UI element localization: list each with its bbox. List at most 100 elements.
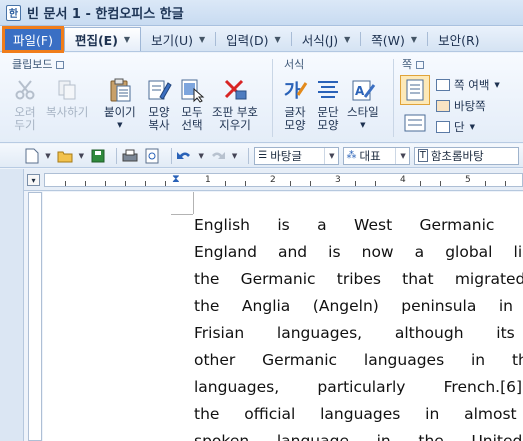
- open-folder-icon[interactable]: [57, 148, 73, 164]
- chevron-down-icon[interactable]: ▼: [79, 152, 84, 160]
- chevron-down-icon[interactable]: ▼: [344, 35, 350, 44]
- select-all-icon: [179, 77, 205, 103]
- font-group-select[interactable]: ⁂ 대표 ▼: [342, 146, 410, 165]
- style-label: 스타일: [347, 105, 379, 119]
- new-document-icon[interactable]: [24, 148, 39, 164]
- toolbar-separator: [116, 147, 118, 164]
- style-list-icon: ☰: [258, 150, 268, 161]
- menu-format-label: 서식(J): [301, 32, 339, 48]
- title-bar: 한 빈 문서 1 - 한컴오피스 한글: [0, 0, 523, 26]
- font-group-value: 대표: [359, 148, 381, 163]
- document-page[interactable]: English is a West Germanic language Engl…: [43, 192, 523, 441]
- page-margin-button[interactable]: 쪽 여백 ▼: [436, 77, 500, 93]
- background-page-button[interactable]: 바탕쪽: [436, 98, 486, 114]
- left-panel-strip: [0, 169, 24, 441]
- document-line: the Germanic tribes that migrated to B: [194, 270, 523, 288]
- font-select[interactable]: T 함초롬바탕: [413, 146, 520, 165]
- menu-file-label: 파일(F): [13, 32, 53, 48]
- page-icon: [400, 75, 430, 105]
- style-button[interactable]: A 스타일 ▼: [347, 77, 379, 132]
- group-label-clipboard: 클립보드: [12, 56, 65, 72]
- para-shape-button[interactable]: 문단 모양: [315, 77, 341, 132]
- ruler-tick: [290, 181, 291, 186]
- ruler-tick: [485, 181, 486, 186]
- menu-page[interactable]: 쪽(W) ▼: [361, 27, 427, 52]
- paste-button[interactable]: 붙이기 ▼: [104, 77, 136, 132]
- chevron-down-icon[interactable]: ▼: [117, 119, 122, 132]
- chevron-down-icon[interactable]: ▼: [360, 119, 365, 132]
- document-line: English is a West Germanic language: [194, 216, 523, 234]
- ruler-tick: [375, 181, 376, 186]
- svg-text:A: A: [355, 84, 365, 98]
- menu-edit-label: 편집(E): [74, 33, 118, 48]
- group-clipboard-text: 클립보드: [12, 58, 53, 71]
- menu-page-label: 쪽(W): [371, 32, 405, 48]
- group-divider: [393, 59, 394, 137]
- menu-format[interactable]: 서식(J) ▼: [292, 27, 361, 52]
- document-body[interactable]: English is a West Germanic language Engl…: [194, 212, 523, 441]
- chevron-down-icon[interactable]: ▼: [411, 35, 417, 44]
- document-line: England and is now a global lingua fr: [194, 243, 523, 261]
- copy-format-label-2: 복사: [148, 118, 170, 132]
- eraser-icon: [222, 77, 248, 103]
- menu-bar: 파일(F) 편집(E) ▼ 보기(U) ▼ 입력(D) ▼ 서식(J) ▼ 쪽(W) ▼ …: [0, 25, 523, 53]
- vertical-ruler[interactable]: [28, 192, 42, 441]
- menu-view-label: 보기(U): [151, 32, 193, 48]
- menu-edit[interactable]: 편집(E) ▼: [63, 27, 142, 51]
- copy-format-button[interactable]: 모양 복사: [146, 77, 172, 132]
- page-layout-button[interactable]: [400, 111, 430, 138]
- cut-button[interactable]: 오려 두기: [12, 77, 38, 132]
- menu-security[interactable]: 보안(R): [428, 27, 489, 52]
- horizontal-ruler[interactable]: ▾ ⧗ 1 2 3 4 5: [24, 169, 523, 191]
- chevron-down-icon[interactable]: ▼: [324, 147, 335, 164]
- char-shape-button[interactable]: 가 글자 모양: [282, 77, 308, 132]
- ruler-tick: [65, 181, 66, 186]
- background-page-icon: [436, 100, 450, 112]
- menu-insert[interactable]: 입력(D) ▼: [216, 27, 291, 52]
- copy-button[interactable]: 복사하기: [46, 77, 88, 119]
- style-select[interactable]: ☰ 바탕글 ▼: [254, 146, 339, 165]
- ruler-label: 4: [400, 175, 406, 185]
- standard-toolbar: ▼ ▼ ▼ ▼ ☰ 바탕글 ▼ ⁂ 대표 ▼ T 함초롬바탕: [0, 144, 523, 168]
- chevron-down-icon[interactable]: ▼: [232, 152, 237, 160]
- document-line: the official languages in almost 60 s: [194, 405, 523, 423]
- remove-codes-button[interactable]: 조판 부호 지우기: [212, 77, 258, 132]
- style-select-value: 바탕글: [270, 148, 302, 163]
- chevron-down-icon[interactable]: ▼: [470, 123, 475, 131]
- columns-button[interactable]: 단 ▼: [436, 119, 475, 135]
- chevron-down-icon[interactable]: ▼: [198, 152, 203, 160]
- copy-label: 복사하기: [46, 105, 89, 119]
- ruler-tick: [420, 181, 421, 186]
- background-page-label: 바탕쪽: [454, 99, 486, 113]
- select-all-button[interactable]: 모두 선택: [179, 77, 205, 132]
- window-title: 빈 문서 1 - 한컴오피스 한글: [27, 7, 184, 22]
- print-preview-icon[interactable]: [144, 148, 159, 164]
- page-setup-button[interactable]: [400, 75, 430, 108]
- menu-file[interactable]: 파일(F): [2, 25, 64, 53]
- margin-guide: [193, 192, 194, 214]
- ruler-tick: [165, 181, 166, 186]
- indent-marker-icon[interactable]: ⧗: [172, 172, 180, 186]
- document-line: other Germanic languages in the earl: [194, 351, 523, 369]
- paste-label: 붙이기: [104, 105, 136, 119]
- select-all-label-2: 선택: [181, 118, 203, 132]
- chevron-down-icon[interactable]: ▼: [494, 81, 499, 89]
- group-expand-icon[interactable]: [416, 61, 425, 69]
- tab-type-icon[interactable]: ▾: [27, 174, 40, 186]
- menu-view[interactable]: 보기(U) ▼: [141, 27, 215, 52]
- save-icon[interactable]: [90, 148, 105, 164]
- chevron-down-icon[interactable]: ▼: [395, 147, 406, 164]
- remove-codes-label-2: 지우기: [219, 118, 251, 132]
- chevron-down-icon[interactable]: ▼: [124, 35, 130, 44]
- ruler-scale: ⧗ 1 2 3 4 5: [44, 172, 523, 187]
- page-layout-icon: [400, 111, 430, 135]
- chevron-down-icon[interactable]: ▼: [275, 35, 281, 44]
- print-icon[interactable]: [122, 148, 138, 164]
- hwp-app-icon[interactable]: 한: [6, 4, 21, 21]
- redo-icon[interactable]: [210, 148, 226, 164]
- chevron-down-icon[interactable]: ▼: [45, 152, 50, 160]
- language-icon: ⁂: [346, 150, 357, 161]
- group-expand-icon[interactable]: [56, 61, 65, 69]
- chevron-down-icon[interactable]: ▼: [199, 35, 205, 44]
- undo-icon[interactable]: [176, 148, 192, 164]
